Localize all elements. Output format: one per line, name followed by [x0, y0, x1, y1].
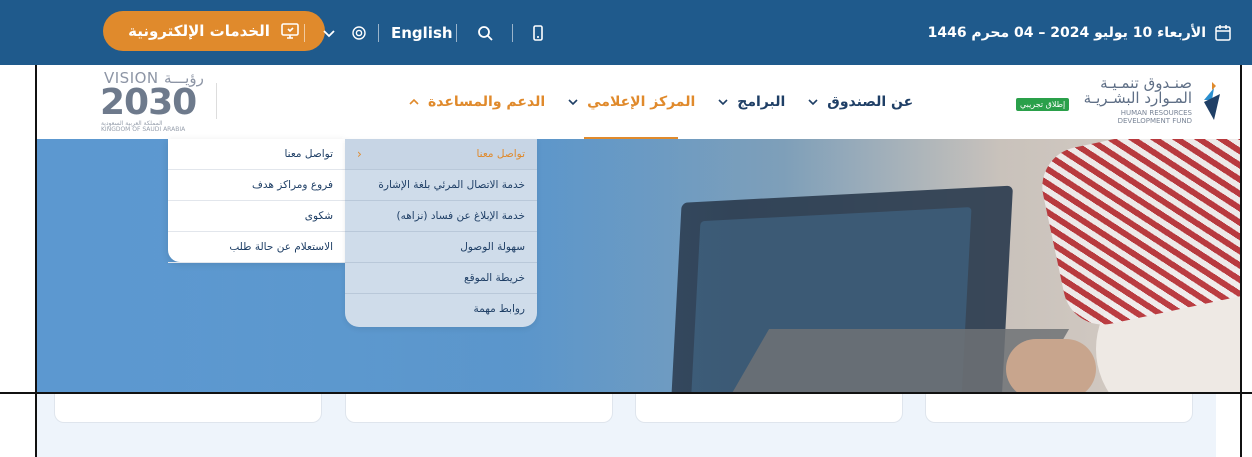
date-text: الأربعاء 10 يوليو 2024 – 04 محرم 1446	[927, 24, 1206, 41]
cards-section	[36, 394, 1216, 457]
e-services-label: الخدمات الإلكترونية	[128, 22, 270, 40]
nav-label: البرامج	[737, 94, 786, 110]
menu-label: شكوى	[304, 210, 333, 222]
vision-line2: 2030	[100, 82, 197, 123]
menu-item-sitemap[interactable]: خريطة الموقع	[345, 263, 537, 294]
fund-name-ar: صنـدوق تنمـيـة المـوارد البشـريـة	[1084, 76, 1192, 106]
support-dropdown-menu: تواصل معنا ‹ خدمة الاتصال المرئي بلغة ال…	[345, 139, 537, 327]
chevron-down-icon[interactable]	[320, 24, 338, 42]
nav-label: الدعم والمساعدة	[428, 94, 546, 110]
menu-label: فروع ومراكز هدف	[252, 179, 333, 191]
date-display: الأربعاء 10 يوليو 2024 – 04 محرم 1446	[928, 0, 1232, 65]
submenu-item-request-status[interactable]: الاستعلام عن حالة طلب	[168, 232, 345, 263]
main-nav: عن الصندوق البرامج المركز الإعلامي الدعم…	[408, 65, 913, 139]
menu-item-corruption-report[interactable]: خدمة الإبلاغ عن فساد (نزاهه)	[345, 201, 537, 232]
search-icon[interactable]	[476, 24, 494, 42]
hero-hand	[1006, 339, 1096, 394]
fund-name-en: HUMAN RESOURCES DEVELOPMENT FUND	[1118, 109, 1192, 125]
divider	[456, 23, 457, 42]
divider	[378, 23, 379, 42]
menu-label: خريطة الموقع	[463, 272, 525, 284]
mobile-icon[interactable]	[529, 24, 547, 42]
fund-mark-icon	[1204, 82, 1220, 120]
menu-label: الاستعلام عن حالة طلب	[229, 241, 333, 253]
submenu-contact-us: تواصل معنا فروع ومراكز هدف شكوى الاستعلا…	[168, 139, 345, 263]
menu-label: روابط مهمة	[473, 303, 525, 315]
nav-item-about[interactable]: عن الصندوق	[807, 94, 913, 110]
menu-label: سهولة الوصول	[460, 241, 525, 253]
page: الخدمات الإلكترونية English الأربعاء 10 …	[0, 0, 1252, 457]
nav-label: عن الصندوق	[827, 94, 914, 110]
top-controls	[378, 0, 379, 65]
gear-icon[interactable]	[350, 24, 368, 42]
fund-en-line1: HUMAN RESOURCES	[1120, 109, 1192, 117]
chevron-down-icon	[808, 99, 818, 106]
frame-border	[35, 65, 37, 457]
top-controls	[512, 0, 513, 65]
calendar-icon	[1215, 24, 1231, 41]
submenu-item-complaint[interactable]: شكوى	[168, 201, 345, 232]
submenu-item-branches[interactable]: فروع ومراكز هدف	[168, 170, 345, 201]
top-controls	[456, 0, 457, 65]
menu-label: خدمة الاتصال المرئي بلغة الإشارة	[378, 179, 525, 191]
top-bar: الخدمات الإلكترونية English الأربعاء 10 …	[0, 0, 1252, 65]
menu-item-contact-us[interactable]: تواصل معنا ‹	[345, 139, 537, 170]
submenu-item-contact[interactable]: تواصل معنا	[168, 139, 345, 170]
e-services-icon	[281, 23, 299, 39]
menu-label: تواصل معنا	[476, 148, 525, 160]
menu-item-accessibility[interactable]: سهولة الوصول	[345, 232, 537, 263]
frame-border	[0, 392, 1252, 394]
menu-label: خدمة الإبلاغ عن فساد (نزاهه)	[396, 210, 525, 222]
service-card[interactable]	[54, 394, 322, 423]
fund-en-line2: DEVELOPMENT FUND	[1117, 117, 1192, 125]
nav-item-media-center[interactable]: المركز الإعلامي	[567, 94, 695, 110]
top-controls	[476, 0, 494, 65]
top-controls	[350, 0, 368, 65]
chevron-down-icon	[718, 99, 728, 106]
main-header: VISION رؤيـــة 2030 المملكة العربية السع…	[36, 65, 1242, 140]
service-card[interactable]	[635, 394, 903, 423]
nav-label: المركز الإعلامي	[587, 94, 696, 110]
fund-ar-line2: المـوارد البشـريـة	[1083, 89, 1192, 107]
menu-item-important-links[interactable]: روابط مهمة	[345, 294, 537, 324]
beta-badge: إطلاق تجريبي	[1016, 98, 1070, 111]
top-controls	[304, 0, 305, 65]
frame-border	[1240, 65, 1242, 457]
menu-item-sign-language[interactable]: خدمة الاتصال المرئي بلغة الإشارة	[345, 170, 537, 201]
divider	[304, 23, 305, 42]
vision-line4: KINGDOM OF SAUDI ARABIA	[101, 126, 186, 133]
divider	[512, 23, 513, 42]
service-card[interactable]	[345, 394, 613, 423]
e-services-button[interactable]: الخدمات الإلكترونية	[103, 11, 325, 51]
divider	[216, 83, 217, 119]
service-card[interactable]	[925, 394, 1193, 423]
nav-item-programs[interactable]: البرامج	[717, 94, 785, 110]
chevron-left-icon: ‹	[357, 147, 362, 161]
menu-label: تواصل معنا	[284, 148, 333, 160]
chevron-down-icon	[568, 99, 578, 106]
vision-2030-logo[interactable]: VISION رؤيـــة 2030 المملكة العربية السع…	[96, 68, 214, 134]
fund-logo[interactable]: صنـدوق تنمـيـة المـوارد البشـريـة HUMAN …	[1014, 76, 1224, 126]
nav-item-support[interactable]: الدعم والمساعدة	[408, 94, 545, 110]
top-controls	[320, 0, 338, 65]
chevron-up-icon	[409, 98, 419, 105]
top-controls	[529, 0, 547, 65]
language-switch[interactable]: English	[391, 0, 453, 65]
